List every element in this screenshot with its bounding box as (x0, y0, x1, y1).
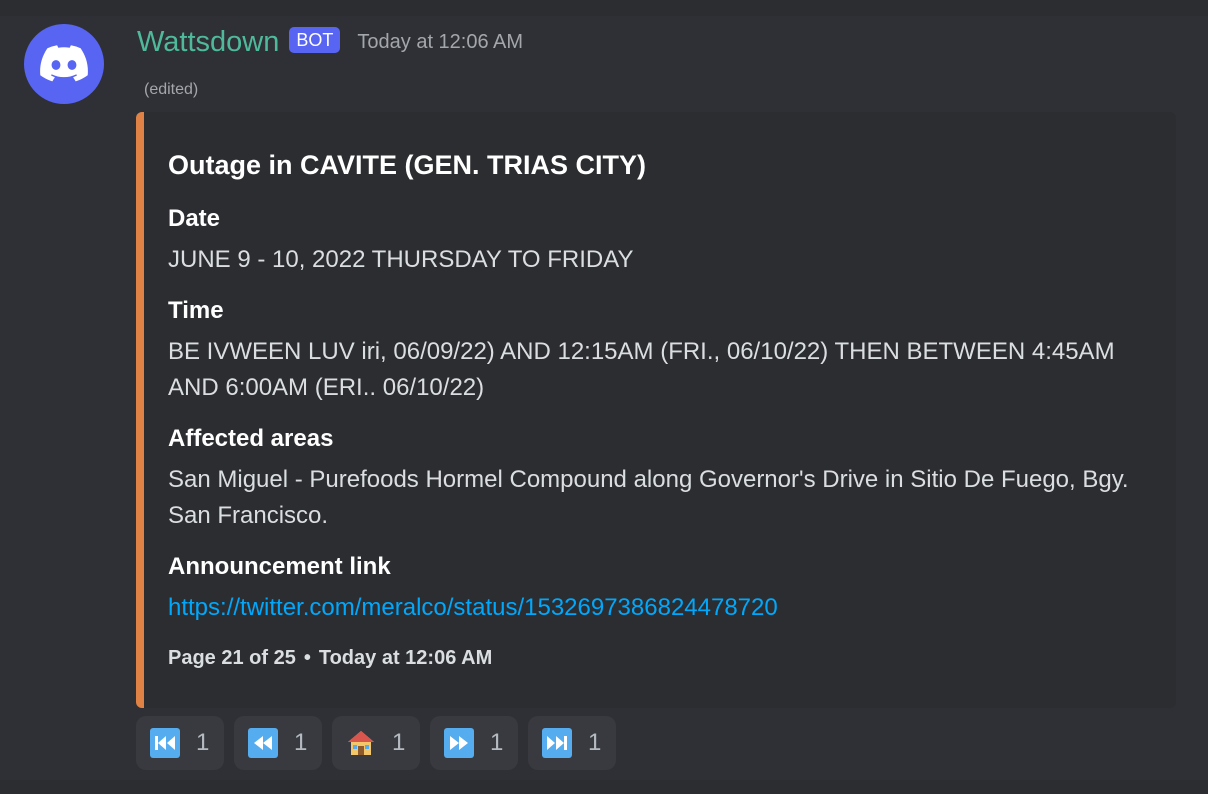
top-divider (0, 0, 1208, 16)
field-name-affected-areas: Affected areas (168, 425, 334, 452)
username[interactable]: Wattsdown (137, 25, 279, 59)
embed-card: Outage in CAVITE (GEN. TRIAS CITY) Date … (136, 112, 1176, 708)
reaction-rewind[interactable]: 1 (234, 716, 322, 770)
reaction-fast-forward[interactable]: 1 (430, 716, 518, 770)
bot-badge: BOT (289, 27, 341, 53)
reaction-bar: 1 1 1 1 1 (136, 716, 616, 770)
field-value-affected-areas: San Miguel - Purefoods Hormel Compound a… (168, 466, 1129, 529)
bottom-divider (0, 780, 1208, 794)
field-value-time: BE IVWEEN LUV iri, 06/09/22) AND 12:15AM… (168, 338, 1115, 401)
message-header: Wattsdown BOT Today at 12:06 AM (137, 25, 523, 59)
field-name-date: Date (168, 205, 221, 232)
embed-footer: Page 21 of 25 • Today at 12:06 AM (168, 644, 492, 672)
reaction-home[interactable]: 1 (332, 716, 420, 770)
field-name-announcement-link: Announcement link (168, 553, 391, 580)
house-icon (346, 728, 376, 758)
first-page-icon (150, 728, 180, 758)
reaction-last-page[interactable]: 1 (528, 716, 616, 770)
footer-timestamp: Today at 12:06 AM (318, 647, 493, 669)
reaction-count: 1 (392, 729, 406, 756)
reaction-count: 1 (196, 729, 210, 756)
edited-label: (edited) (144, 81, 199, 98)
embed-title: Outage in CAVITE (GEN. TRIAS CITY) (168, 150, 647, 180)
message-timestamp: Today at 12:06 AM (357, 31, 524, 53)
fast-forward-icon (444, 728, 474, 758)
field-value-date: JUNE 9 - 10, 2022 THURSDAY TO FRIDAY (168, 246, 634, 273)
footer-separator: • (303, 647, 311, 669)
announcement-link[interactable]: https://twitter.com/meralco/status/15326… (168, 590, 1153, 626)
discord-logo-icon (40, 45, 88, 82)
reaction-count: 1 (294, 729, 308, 756)
last-page-icon (542, 728, 572, 758)
footer-page-indicator: Page 21 of 25 (168, 647, 296, 669)
chat-message: Wattsdown BOT Today at 12:06 AM (edited)… (0, 16, 1208, 780)
reaction-count: 1 (588, 729, 602, 756)
reaction-first-page[interactable]: 1 (136, 716, 224, 770)
rewind-icon (248, 728, 278, 758)
field-name-time: Time (168, 297, 224, 324)
reaction-count: 1 (490, 729, 504, 756)
avatar[interactable] (24, 24, 104, 104)
